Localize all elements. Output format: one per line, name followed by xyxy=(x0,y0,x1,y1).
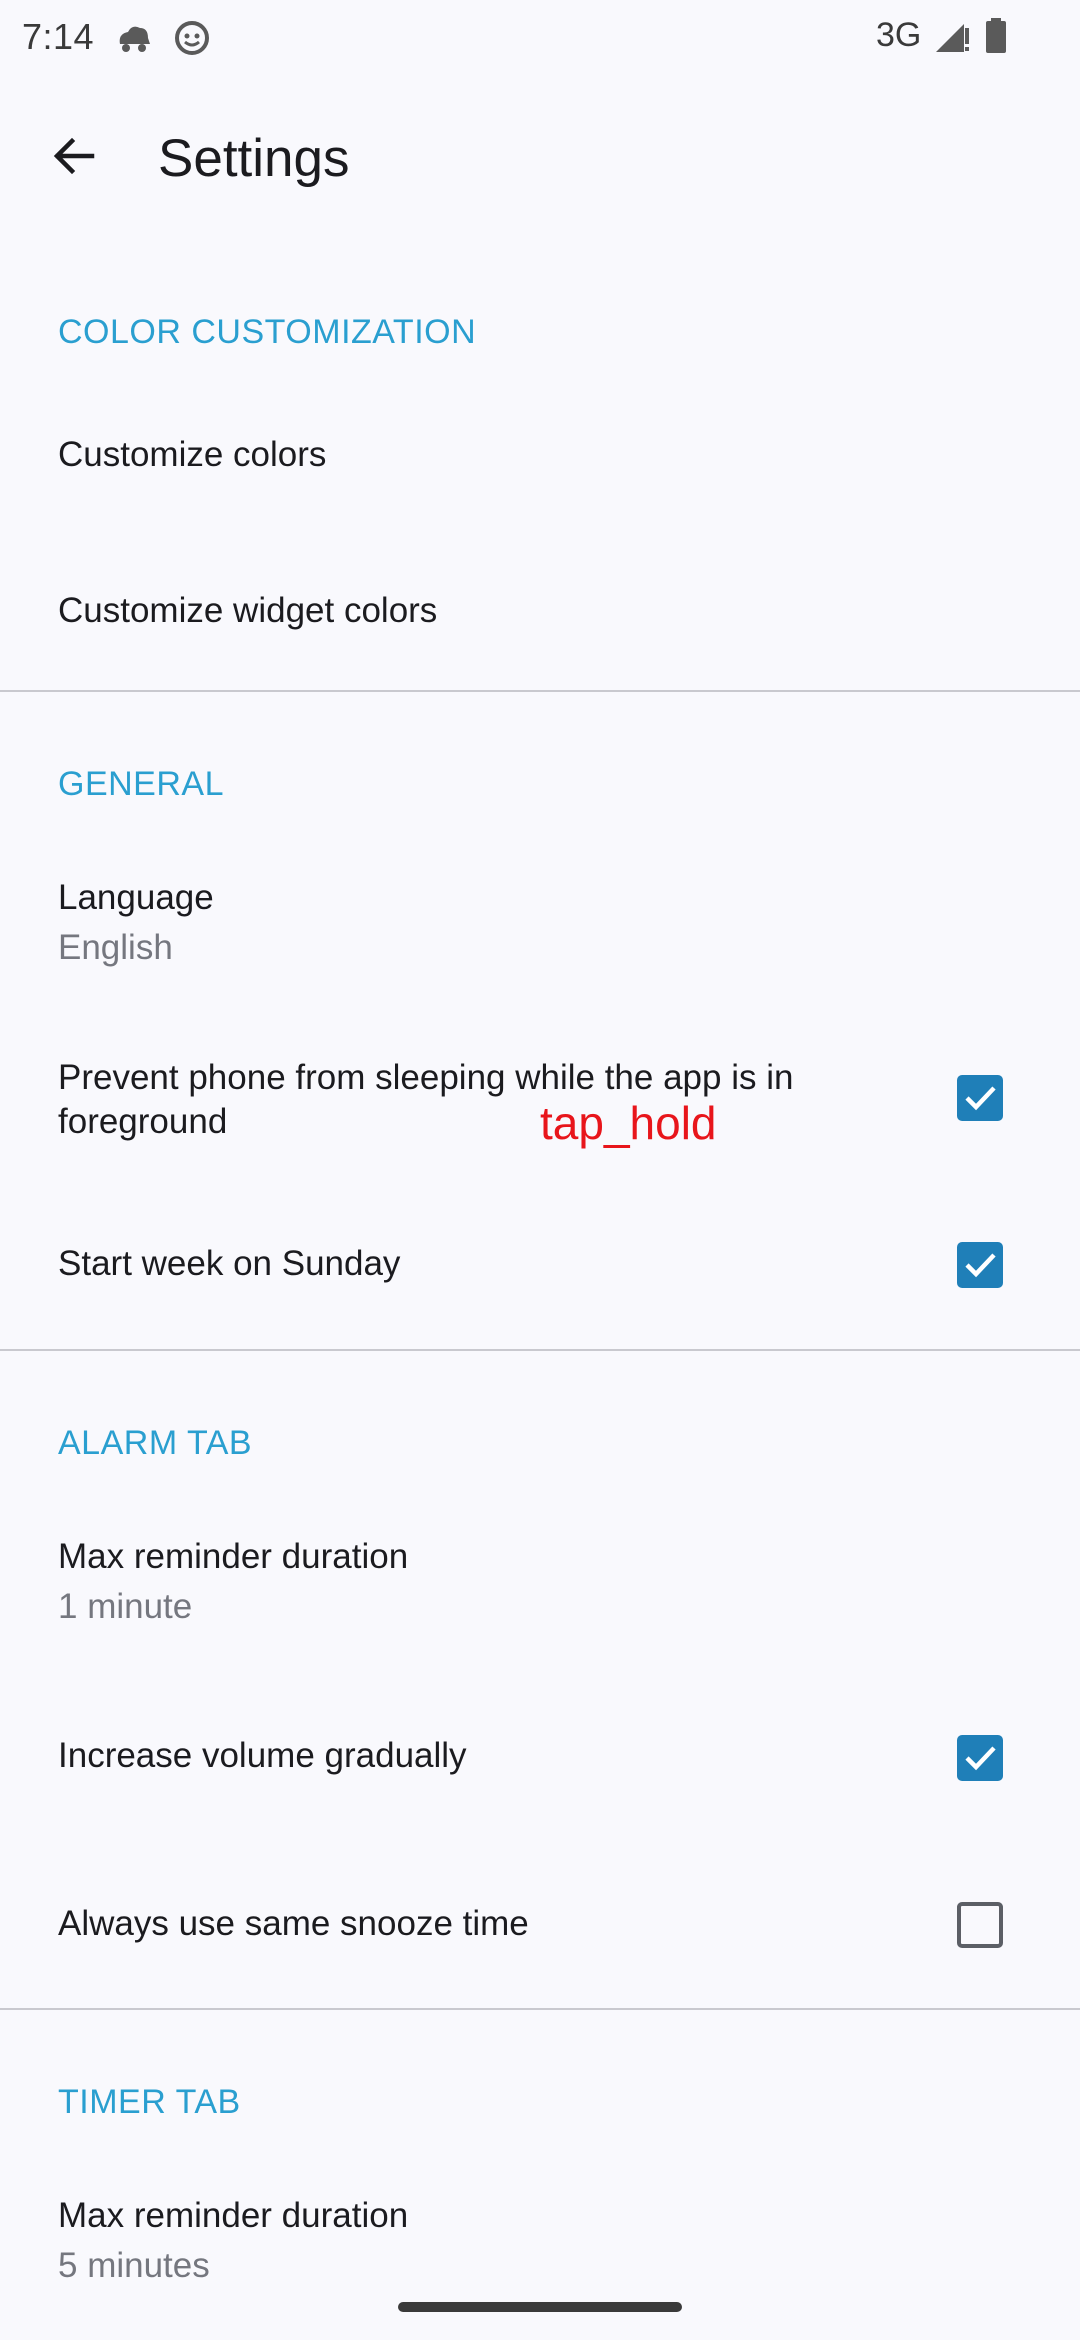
pref-timer-max-reminder[interactable]: Max reminder duration 5 minutes xyxy=(0,2164,1080,2284)
check-icon xyxy=(965,1746,996,1771)
pref-same-snooze-time[interactable]: Always use same snooze time xyxy=(0,1850,1080,2000)
pref-start-week-sunday[interactable]: Start week on Sunday xyxy=(0,1190,1080,1340)
page-title: Settings xyxy=(158,129,350,188)
pref-increase-volume[interactable]: Increase volume gradually xyxy=(0,1680,1080,1830)
status-time: 7:14 xyxy=(22,16,95,57)
settings-screen: 7:14 3G Settings COLOR CUSTOMIZATION Cus… xyxy=(0,0,1080,2340)
pref-title: Always use same snooze time xyxy=(58,1904,529,1943)
section-divider xyxy=(0,2008,1080,2010)
check-icon xyxy=(965,1086,996,1111)
pref-title: Increase volume gradually xyxy=(58,1736,467,1775)
status-bar: 7:14 3G xyxy=(0,0,1080,76)
pref-title: Max reminder duration xyxy=(58,2196,409,2235)
pref-language[interactable]: Language English xyxy=(0,846,1080,996)
gesture-nav-handle[interactable] xyxy=(398,2302,682,2312)
start-week-checkbox[interactable] xyxy=(957,1242,1003,1288)
android-face-icon xyxy=(174,20,210,56)
section-divider xyxy=(0,690,1080,692)
section-divider xyxy=(0,1349,1080,1351)
signal-icon xyxy=(934,18,970,54)
arrow-back-icon xyxy=(53,137,95,175)
same-snooze-checkbox[interactable] xyxy=(957,1902,1003,1948)
section-header-alarm-tab: ALARM TAB xyxy=(58,1424,253,1462)
pref-title: Customize widget colors xyxy=(58,591,438,630)
pref-title: Start week on Sunday xyxy=(58,1244,401,1283)
section-header-color-customization: COLOR CUSTOMIZATION xyxy=(58,313,477,351)
pref-summary: English xyxy=(58,928,173,967)
pref-summary: 1 minute xyxy=(58,1587,193,1626)
cloud-car-icon xyxy=(114,20,150,56)
pref-title: Customize colors xyxy=(58,435,327,474)
back-button[interactable] xyxy=(36,118,112,194)
app-bar: Settings xyxy=(0,76,1080,242)
section-header-general: GENERAL xyxy=(58,765,224,803)
check-icon xyxy=(965,1253,996,1278)
pref-title-line1: Prevent phone from sleeping while the ap… xyxy=(58,1058,794,1097)
pref-title: Max reminder duration xyxy=(58,1537,409,1576)
prevent-sleep-checkbox[interactable] xyxy=(957,1075,1003,1121)
section-header-timer-tab: TIMER TAB xyxy=(58,2083,241,2121)
tap-hold-annotation: tap_hold xyxy=(540,1097,717,1149)
pref-customize-widget-colors[interactable]: Customize widget colors xyxy=(0,536,1080,686)
pref-customize-colors[interactable]: Customize colors xyxy=(0,380,1080,530)
pref-alarm-max-reminder[interactable]: Max reminder duration 1 minute xyxy=(0,1505,1080,1655)
increase-volume-checkbox[interactable] xyxy=(957,1735,1003,1781)
battery-icon xyxy=(984,18,1020,54)
pref-title-line2: foreground xyxy=(58,1102,228,1141)
pref-title: Language xyxy=(58,878,214,917)
network-type: 3G xyxy=(876,16,922,54)
pref-summary: 5 minutes xyxy=(58,2246,210,2284)
